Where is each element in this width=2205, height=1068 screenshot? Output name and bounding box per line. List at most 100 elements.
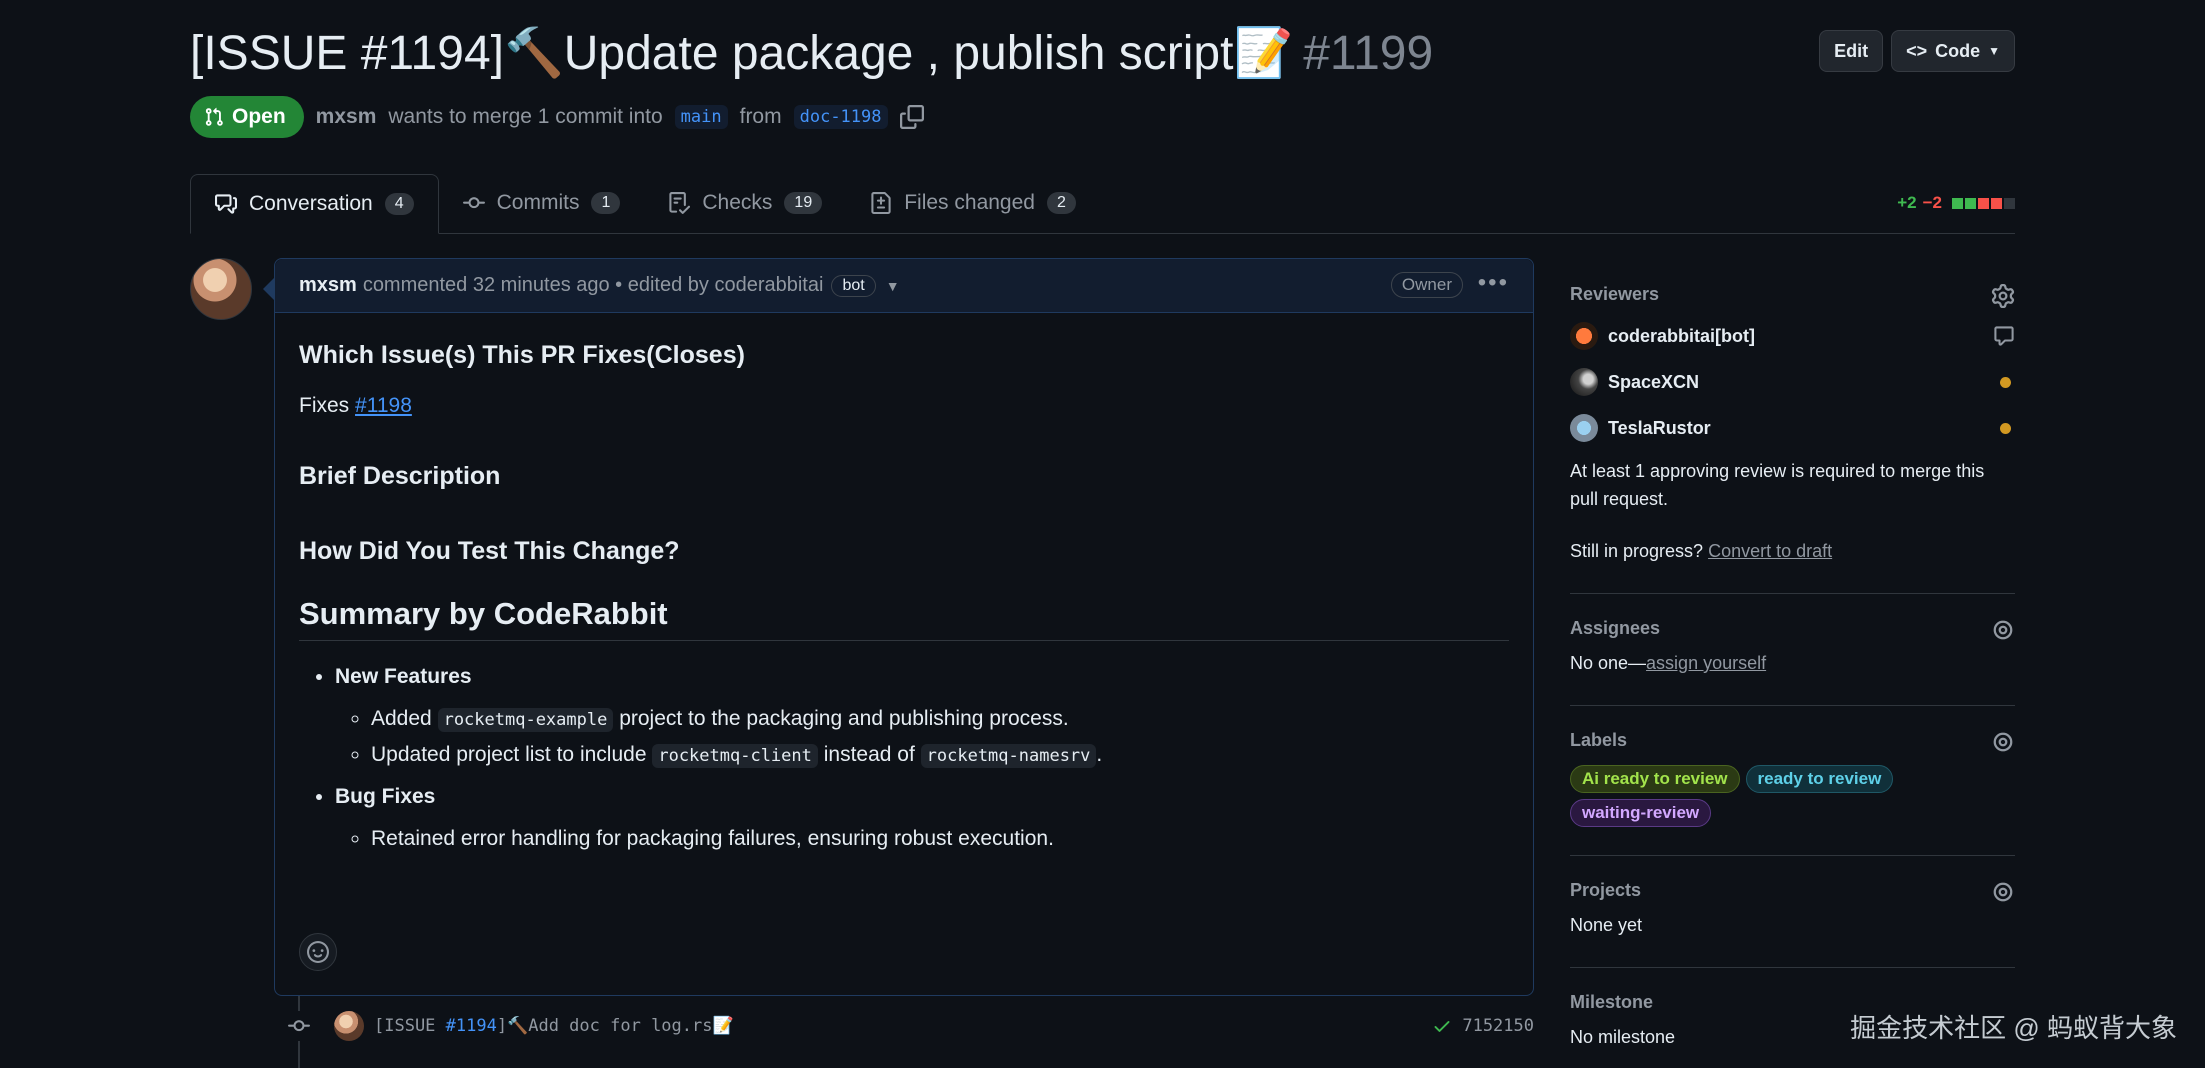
state-badge: Open [190, 96, 304, 138]
pr-title-text: [ISSUE #1194]🔨Update package , publish s… [190, 27, 1294, 80]
reviewer-name[interactable]: SpaceXCN [1608, 372, 1699, 393]
new-features-list: Added rocketmq-example project to the pa… [335, 707, 1509, 768]
new-features-label: New Features [335, 665, 472, 688]
git-commit-icon [284, 1011, 314, 1041]
bug-fixes-list: Retained error handling for packaging fa… [335, 827, 1509, 851]
checklist-icon [669, 192, 691, 214]
reviewer-name[interactable]: coderabbitai[bot] [1608, 326, 1755, 347]
tab-conversation-label: Conversation [249, 192, 373, 215]
text: Added [371, 707, 432, 730]
head-branch[interactable]: doc-1198 [793, 105, 888, 129]
pr-subline: Open mxsm wants to merge 1 commit into m… [190, 96, 2015, 138]
reviewer-name[interactable]: TeslaRustor [1608, 418, 1711, 439]
pr-description-comment: mxsm commented 32 minutes ago • edited b… [263, 258, 1534, 996]
check-icon[interactable] [1432, 1016, 1452, 1036]
comment-meta[interactable]: commented 32 minutes ago • edited by cod… [363, 274, 824, 297]
caret-down-icon: ▼ [1988, 44, 2000, 58]
comment-header: mxsm commented 32 minutes ago • edited b… [275, 259, 1533, 313]
tab-commits-count: 1 [591, 192, 621, 214]
list-item: New Features Added rocketmq-example proj… [335, 665, 1509, 768]
label-badge[interactable]: ready to review [1745, 765, 1894, 793]
bug-fixes-label: Bug Fixes [335, 785, 436, 808]
review-requirement-note: At least 1 approving review is required … [1570, 461, 1985, 509]
kebab-menu-icon[interactable]: ••• [1478, 269, 1509, 297]
comment-body: Which Issue(s) This PR Fixes(Closes) Fix… [275, 313, 1533, 891]
tab-checks[interactable]: Checks 19 [644, 173, 846, 233]
gear-icon[interactable] [1991, 618, 2015, 642]
diffstat-deletions: −2 [1922, 193, 1942, 212]
tab-checks-label: Checks [702, 191, 773, 214]
label-badge[interactable]: Ai ready to review [1570, 765, 1740, 793]
summary-list: New Features Added rocketmq-example proj… [299, 665, 1509, 851]
base-branch[interactable]: main [674, 105, 728, 129]
projects-section: Projects None yet [1570, 856, 2015, 968]
gear-icon[interactable] [1991, 284, 2015, 308]
reviewer-avatar [1570, 368, 1598, 396]
text: Still in progress? [1570, 541, 1704, 561]
diffstat-additions: +2 [1897, 193, 1917, 212]
commit-issue-link[interactable]: #1194 [446, 1016, 497, 1036]
text: ]🔨Add doc for log.rs📝 [496, 1016, 734, 1036]
text: No one— [1570, 653, 1647, 673]
code-icon: <> [1906, 40, 1928, 61]
draft-line: Still in progress? Convert to draft [1570, 537, 2015, 565]
tab-files-changed[interactable]: Files changed 2 [846, 173, 1100, 233]
commit-message[interactable]: [ISSUE #1194]🔨Add doc for log.rs📝 [374, 1016, 734, 1036]
assignees-title: Assignees [1570, 618, 1661, 638]
comment-discussion-icon [215, 194, 237, 214]
gear-icon[interactable] [1991, 880, 2015, 904]
tab-commits-label: Commits [496, 191, 580, 214]
list-item: Retained error handling for packaging fa… [371, 827, 1509, 851]
git-pull-request-icon [205, 107, 223, 126]
pr-header: [ISSUE #1194]🔨Update package , publish s… [190, 22, 2015, 138]
gear-icon[interactable] [1991, 730, 2015, 754]
merge-text: wants to merge 1 commit into [388, 105, 663, 128]
code-button-label: Code [1935, 40, 1981, 61]
watermark: 掘金技术社区 @ 蚂蚁背大象 [1850, 1013, 2177, 1043]
text: Retained error handling for packaging fa… [371, 827, 1054, 850]
labels-section: Labels Ai ready to review ready to revie… [1570, 706, 2015, 856]
heading-summary: Summary by CodeRabbit [299, 596, 1509, 641]
convert-to-draft-link[interactable]: Convert to draft [1708, 541, 1832, 561]
tab-conversation[interactable]: Conversation 4 [190, 174, 439, 234]
pr-author-link[interactable]: mxsm [316, 105, 377, 129]
author-avatar[interactable] [190, 258, 252, 320]
assign-yourself-link[interactable]: assign yourself [1646, 653, 1766, 673]
diffstat-block [1965, 197, 1976, 209]
heading-test: How Did You Test This Change? [299, 537, 680, 565]
smiley-icon [307, 941, 329, 963]
comment-author[interactable]: mxsm [299, 274, 357, 297]
text: . [1096, 743, 1103, 766]
assignees-text: No one—assign yourself [1570, 649, 2015, 677]
pending-review-dot [2000, 376, 2011, 388]
commit-sha[interactable]: 7152150 [1462, 1016, 1534, 1036]
fixes-issue-link[interactable]: #1198 [355, 394, 412, 417]
reviewer-row[interactable]: TeslaRustor [1570, 413, 2015, 443]
bot-badge: bot [831, 274, 876, 297]
sidebar: Reviewers coderabbitai[bot] SpaceXCN Tes… [1570, 258, 2015, 1068]
heading-brief: Brief Description [299, 462, 501, 490]
copy-icon[interactable] [899, 105, 924, 129]
code-button[interactable]: <> Code ▼ [1891, 30, 2015, 72]
inline-code: rocketmq-example [437, 708, 614, 732]
commit-author-avatar[interactable] [334, 1011, 364, 1041]
reviewer-row[interactable]: SpaceXCN [1570, 367, 2015, 397]
labels-title: Labels [1570, 730, 1628, 750]
text: project to the packaging and publishing … [619, 707, 1069, 730]
reviewers-section: Reviewers coderabbitai[bot] SpaceXCN Tes… [1570, 258, 2015, 594]
tab-commits[interactable]: Commits 1 [439, 173, 645, 233]
text: Updated project list to include [371, 743, 647, 766]
add-reaction-button[interactable] [299, 933, 337, 971]
diffstat-block [1978, 197, 1989, 209]
owner-badge: Owner [1390, 272, 1463, 298]
reviewer-row[interactable]: coderabbitai[bot] [1570, 321, 2015, 351]
pr-tabs: Conversation 4 Commits 1 Checks 19 Files… [190, 174, 2015, 234]
caret-down-icon[interactable]: ▼ [886, 278, 900, 294]
tab-files-label: Files changed [904, 191, 1035, 214]
fixes-prefix: Fixes [299, 394, 350, 417]
pr-number: #1199 [1303, 27, 1434, 80]
pr-title: [ISSUE #1194]🔨Update package , publish s… [190, 22, 2015, 86]
edit-button[interactable]: Edit [1819, 30, 1884, 72]
tab-conversation-count: 4 [384, 193, 414, 215]
label-badge[interactable]: waiting-review [1570, 799, 1712, 827]
